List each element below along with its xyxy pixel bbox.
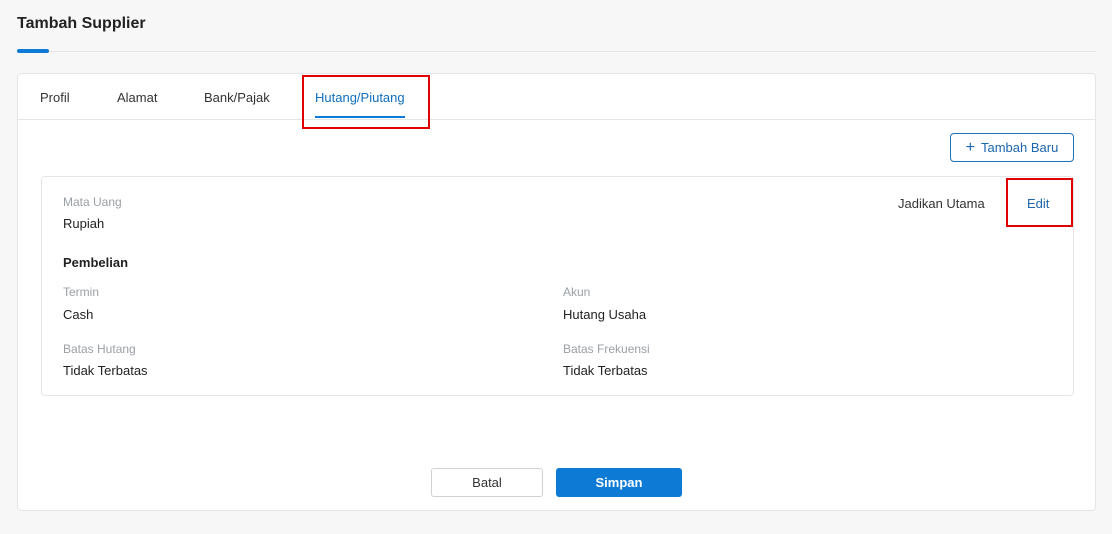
save-button[interactable]: Simpan <box>556 468 682 497</box>
akun-label: Akun <box>563 285 591 299</box>
set-primary-link[interactable]: Jadikan Utama <box>898 196 985 211</box>
termin-label: Termin <box>63 285 100 299</box>
tab-bar: Profil Alamat Bank/Pajak Hutang/Piutang <box>18 74 1095 129</box>
payable-record-card: Mata Uang Rupiah Jadikan Utama Edit Pemb… <box>41 176 1074 396</box>
title-divider <box>49 51 1096 52</box>
currency-label: Mata Uang <box>63 195 122 209</box>
title-underline <box>17 49 49 53</box>
page-title: Tambah Supplier <box>17 15 146 32</box>
add-new-button[interactable]: + Tambah Baru <box>950 133 1074 162</box>
add-new-label: Tambah Baru <box>981 140 1059 155</box>
plus-icon: + <box>965 138 975 156</box>
batas-frekuensi-value: Tidak Terbatas <box>563 363 648 378</box>
section-title-pembelian: Pembelian <box>63 255 129 270</box>
tab-alamat[interactable]: Alamat <box>117 90 157 105</box>
tab-profil[interactable]: Profil <box>40 90 70 105</box>
highlight-box-edit <box>1006 178 1073 227</box>
form-card: Profil Alamat Bank/Pajak Hutang/Piutang … <box>17 73 1096 511</box>
tab-bank-pajak[interactable]: Bank/Pajak <box>204 90 270 105</box>
cancel-button[interactable]: Batal <box>431 468 543 497</box>
currency-value: Rupiah <box>63 216 105 231</box>
highlight-box-tab <box>302 75 430 129</box>
termin-value: Cash <box>63 307 94 322</box>
batas-hutang-label: Batas Hutang <box>63 342 136 356</box>
batas-frekuensi-label: Batas Frekuensi <box>563 342 650 356</box>
akun-value: Hutang Usaha <box>563 307 647 322</box>
batas-hutang-value: Tidak Terbatas <box>63 363 148 378</box>
